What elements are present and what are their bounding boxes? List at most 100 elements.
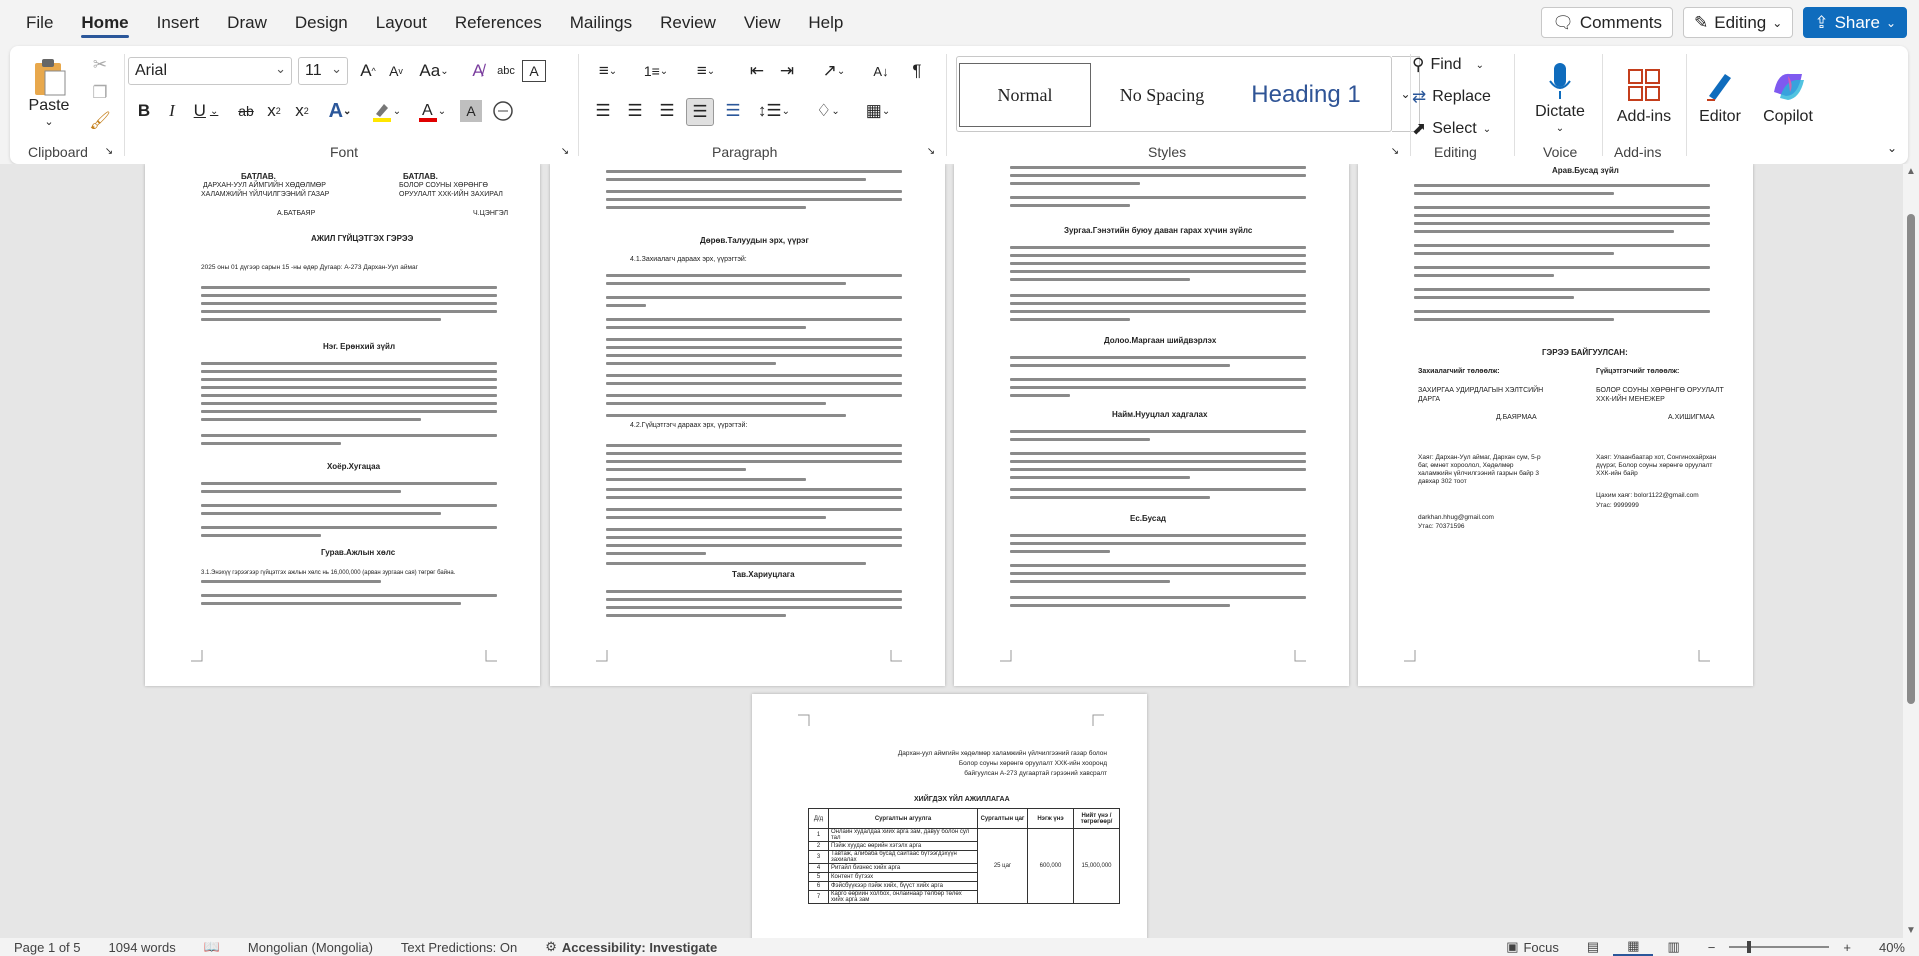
change-case-button[interactable]: Aa ⌄ — [414, 58, 454, 84]
style-no-spacing[interactable]: No Spacing — [1097, 63, 1227, 127]
editor-button[interactable]: Editor — [1690, 52, 1750, 142]
menu-insert[interactable]: Insert — [143, 0, 214, 46]
text-effects-button[interactable]: A ⌄ — [322, 98, 358, 124]
find-button[interactable]: ⚲ Find ⌄ — [1412, 52, 1502, 78]
italic-button[interactable]: I — [160, 98, 184, 124]
font-launcher-icon[interactable]: ↘ — [558, 144, 572, 158]
menu-draw[interactable]: Draw — [213, 0, 281, 46]
menu-layout[interactable]: Layout — [362, 0, 441, 46]
scroll-up-icon[interactable]: ▲ — [1906, 166, 1916, 177]
justify-icon[interactable]: ☰ — [686, 98, 714, 126]
copilot-button[interactable]: Copilot — [1754, 52, 1822, 142]
zoom-slider[interactable] — [1729, 941, 1830, 953]
chevron-down-icon: ⌄ — [275, 61, 286, 76]
paste-button[interactable]: Paste ⌄ — [26, 52, 72, 132]
align-left-icon[interactable]: ☰ — [590, 98, 616, 124]
proofing-status[interactable]: 📖 — [190, 939, 234, 955]
text-line — [201, 294, 497, 297]
scrollbar-thumb[interactable] — [1907, 214, 1915, 704]
style-normal[interactable]: Normal — [959, 63, 1091, 127]
text-direction-button[interactable]: ↗ ⌄ — [814, 58, 854, 84]
align-right-icon[interactable]: ☰ — [654, 98, 680, 124]
clear-formatting-icon[interactable]: A̸ — [466, 58, 490, 84]
share-button[interactable]: ⇪ Share ⌄ — [1803, 7, 1907, 38]
replace-button[interactable]: ⇄ Replace — [1412, 84, 1502, 110]
subscript-button[interactable]: x2 — [262, 98, 286, 124]
character-shading-icon[interactable]: A — [460, 100, 482, 122]
addins-button[interactable]: Add-ins — [1606, 52, 1682, 142]
language-status[interactable]: Mongolian (Mongolia) — [234, 940, 387, 955]
enclose-characters-icon[interactable] — [490, 98, 516, 124]
paragraph-launcher-icon[interactable]: ↘ — [924, 144, 938, 158]
focus-mode-button[interactable]: ▣ Focus — [1492, 939, 1573, 955]
document-canvas[interactable]: БАТЛАВ. БАТЛАВ. ДАРХАН-УУЛ АЙМГИЙН ХӨДӨЛ… — [0, 164, 1903, 938]
page-3[interactable]: Зургаа.Гэнэтийн буюу даван гарах хүчин з… — [954, 164, 1349, 686]
shrink-font-button[interactable]: Av — [384, 58, 408, 84]
menu-references[interactable]: References — [441, 0, 556, 46]
menu-file[interactable]: File — [0, 0, 67, 46]
menu-help[interactable]: Help — [794, 0, 857, 46]
dictate-button[interactable]: Dictate ⌄ — [1522, 52, 1598, 142]
highlight-button[interactable]: ⌄ — [366, 98, 406, 124]
sort-icon[interactable]: A↓ — [868, 58, 894, 84]
menu-design[interactable]: Design — [281, 0, 362, 46]
zoom-slider-thumb[interactable] — [1747, 941, 1752, 953]
character-border-icon[interactable]: A — [522, 60, 546, 82]
text-line — [606, 198, 902, 201]
font-name-combo[interactable]: Arial ⌄ — [128, 57, 292, 85]
increase-indent-icon[interactable]: ⇥ — [774, 58, 800, 84]
numbering-button[interactable]: 1≡ ⌄ — [636, 58, 676, 84]
editing-mode-button[interactable]: ✎ Editing ⌄ — [1683, 7, 1794, 38]
menu-home[interactable]: Home — [67, 0, 142, 46]
zoom-out-icon[interactable]: − — [1694, 940, 1730, 955]
font-size-combo[interactable]: 11 ⌄ — [298, 57, 348, 85]
accessibility-status[interactable]: ⚙ Accessibility: Investigate — [531, 939, 731, 955]
superscript-button[interactable]: x2 — [290, 98, 314, 124]
line-spacing-button[interactable]: ↕☰ ⌄ — [754, 98, 794, 124]
page-count[interactable]: Page 1 of 5 — [0, 940, 95, 955]
strikethrough-button[interactable]: ab — [234, 98, 258, 124]
bullets-button[interactable]: ≡ ⌄ — [588, 58, 628, 84]
menu-mailings[interactable]: Mailings — [556, 0, 646, 46]
proofing-icon: 📖 — [203, 939, 220, 954]
font-color-button[interactable]: A ⌄ — [412, 98, 452, 124]
grow-font-button[interactable]: A ^ — [356, 58, 380, 84]
scroll-down-icon[interactable]: ▼ — [1906, 925, 1916, 936]
pilcrow-icon[interactable]: ¶ — [904, 58, 930, 84]
text-line — [201, 594, 497, 597]
shading-button[interactable]: ♢ ⌄ — [808, 98, 848, 124]
style-heading1[interactable]: Heading 1 — [1231, 63, 1381, 127]
page-5[interactable]: Дархан-уул аймгийн хөдөлмөр халамжийн үй… — [752, 694, 1147, 938]
replace-icon: ⇄ — [1412, 87, 1427, 106]
vertical-scrollbar[interactable]: ▲ ▼ — [1903, 164, 1919, 938]
cut-button[interactable]: ✂ — [86, 54, 114, 76]
copy-button[interactable]: ❐ — [86, 82, 114, 104]
zoom-level[interactable]: 40% — [1865, 940, 1919, 955]
menu-review[interactable]: Review — [646, 0, 730, 46]
phonetic-guide-icon[interactable]: abc — [494, 58, 518, 84]
page-1[interactable]: БАТЛАВ. БАТЛАВ. ДАРХАН-УУЛ АЙМГИЙН ХӨДӨЛ… — [145, 164, 540, 686]
web-layout-icon[interactable]: ▥ — [1653, 939, 1693, 955]
chevron-down-icon: ⌄ — [706, 65, 716, 77]
word-count[interactable]: 1094 words — [95, 940, 190, 955]
read-mode-icon[interactable]: ▤ — [1573, 939, 1613, 955]
decrease-indent-icon[interactable]: ⇤ — [744, 58, 770, 84]
styles-launcher-icon[interactable]: ↘ — [1388, 144, 1402, 158]
bold-button[interactable]: B — [132, 98, 156, 124]
zoom-in-icon[interactable]: + — [1829, 940, 1865, 955]
text-predictions-status[interactable]: Text Predictions: On — [387, 940, 531, 955]
format-painter-button[interactable]: 🖌 — [86, 110, 114, 132]
page-4[interactable]: Арав.Бусад зүйл ГЭРЭЭ БАЙГУУЛСАН: Захиал… — [1358, 164, 1753, 686]
borders-button[interactable]: ▦ ⌄ — [858, 98, 898, 124]
clipboard-launcher-icon[interactable]: ↘ — [102, 144, 116, 158]
multilevel-list-button[interactable]: ≡ ⌄ — [686, 58, 726, 84]
underline-button[interactable]: U ⌄ — [188, 98, 224, 124]
distributed-icon[interactable]: ☰ — [720, 98, 746, 124]
select-button[interactable]: ⬈ Select ⌄ — [1412, 116, 1502, 142]
menu-view[interactable]: View — [730, 0, 795, 46]
print-layout-icon[interactable]: ▦ — [1613, 938, 1654, 956]
comments-button[interactable]: 🗨 Comments — [1541, 7, 1674, 38]
collapse-ribbon-icon[interactable]: ⌄ — [1882, 138, 1902, 158]
align-center-icon[interactable]: ☰ — [622, 98, 648, 124]
page-2[interactable]: Дөрөв.Талуудын эрх, үүрэг 4.1.Захиалагч … — [550, 164, 945, 686]
